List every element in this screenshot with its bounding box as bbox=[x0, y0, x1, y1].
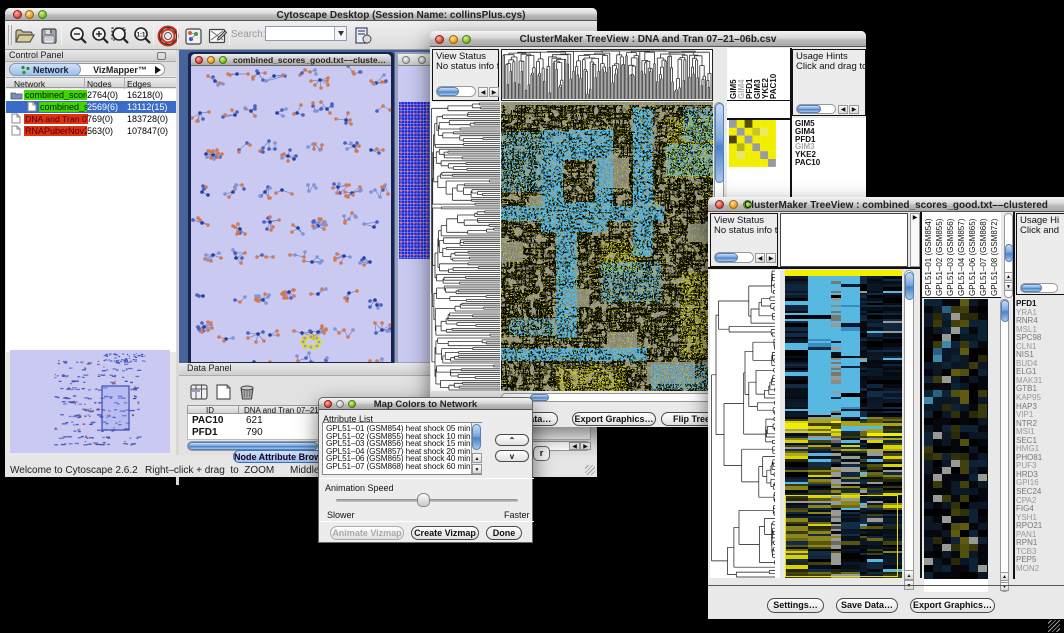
svg-text:1:1: 1:1 bbox=[137, 33, 146, 39]
